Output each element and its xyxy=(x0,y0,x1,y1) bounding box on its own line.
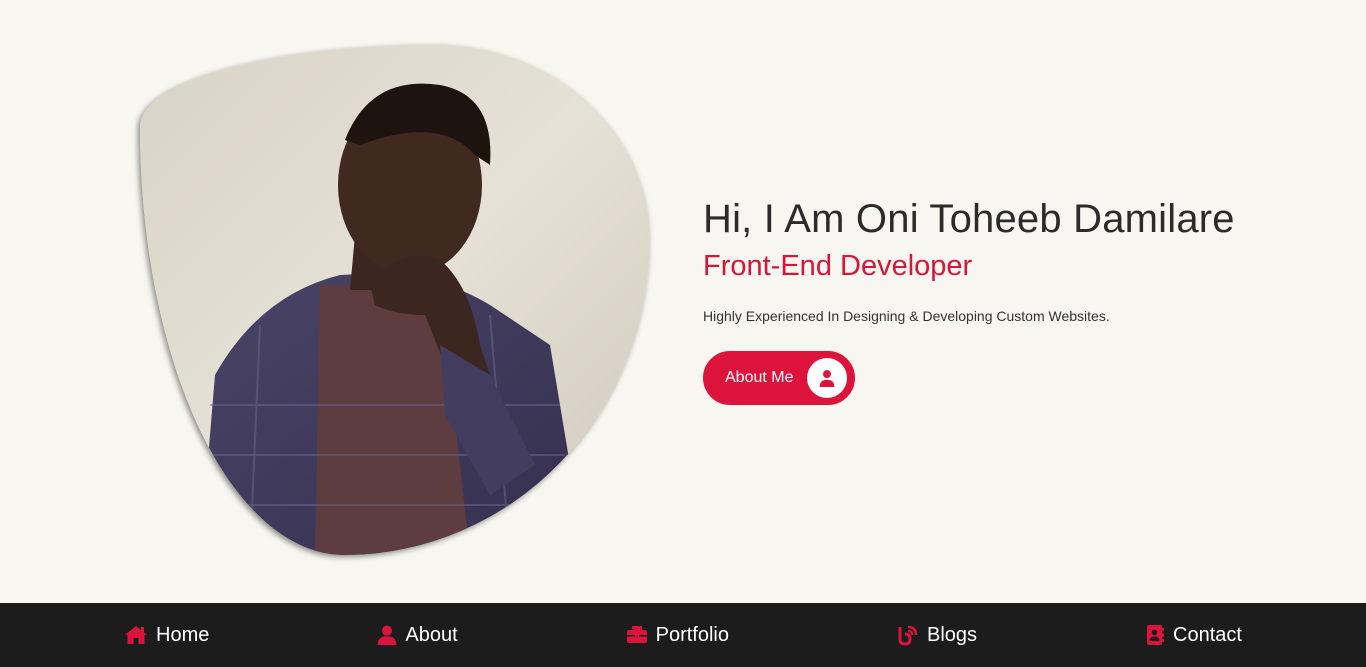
nav-item-label: Home xyxy=(156,623,210,646)
nav-item-blogs[interactable]: Blogs xyxy=(897,624,977,647)
nav-item-about[interactable]: About xyxy=(377,623,458,647)
nav-item-home[interactable]: Home xyxy=(124,624,209,647)
briefcase-icon xyxy=(626,626,648,644)
portrait-container xyxy=(140,45,650,555)
home-page: Hi, I Am Oni Toheeb Damilare Front-End D… xyxy=(0,0,1366,667)
hero-subtitle: Front-End Developer xyxy=(703,250,973,282)
user-icon xyxy=(807,358,848,398)
address-book-icon xyxy=(1145,625,1165,645)
hero-description: Highly Experienced In Designing & Develo… xyxy=(703,308,1110,324)
bottom-nav: Home About Portfolio Blogs Contact xyxy=(0,603,1366,667)
about-me-button[interactable]: About Me xyxy=(703,351,856,405)
nav-item-label: About xyxy=(405,623,458,646)
nav-item-label: Portfolio xyxy=(655,623,729,646)
hero-section: Hi, I Am Oni Toheeb Damilare Front-End D… xyxy=(703,196,1303,405)
nav-item-label: Blogs xyxy=(927,623,978,646)
nav-item-portfolio[interactable]: Portfolio xyxy=(626,624,729,647)
portrait-image xyxy=(140,45,650,555)
blog-icon xyxy=(897,624,919,646)
hero-title: Hi, I Am Oni Toheeb Damilare xyxy=(703,197,1235,241)
nav-item-label: Contact xyxy=(1173,623,1242,646)
nav-item-contact[interactable]: Contact xyxy=(1145,624,1242,647)
user-icon xyxy=(377,625,397,645)
about-me-button-label: About Me xyxy=(725,369,794,386)
home-icon xyxy=(124,625,148,645)
